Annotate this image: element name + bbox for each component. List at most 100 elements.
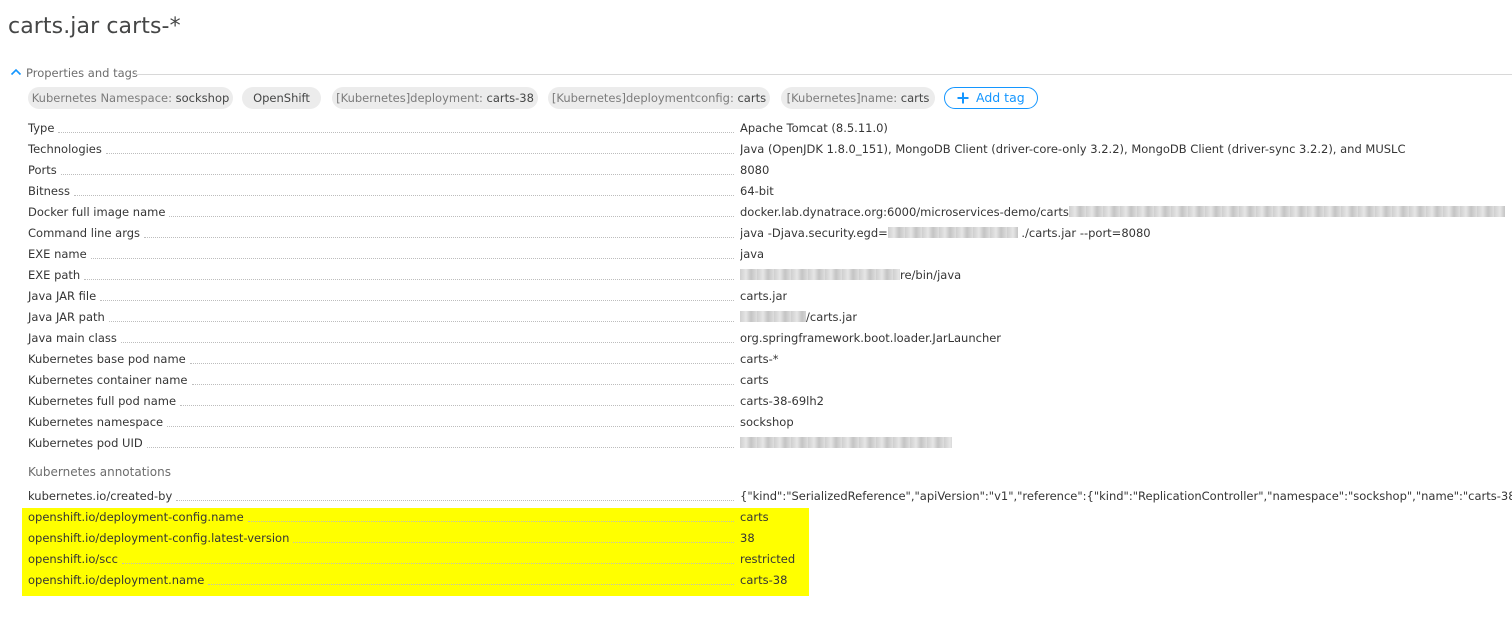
property-row-exe-path: EXE path re/bin/java xyxy=(28,267,1512,288)
value-text: re/bin/java xyxy=(900,268,962,282)
property-row-docker-image: Docker full image name docker.lab.dynatr… xyxy=(28,204,1512,225)
tag-value: carts-38 xyxy=(486,91,534,105)
tag-kubernetes-deploymentconfig[interactable]: [Kubernetes]deploymentconfig: carts xyxy=(548,87,770,109)
property-key: Java JAR path xyxy=(28,310,105,324)
property-value: carts xyxy=(740,373,769,387)
property-key: Ports xyxy=(28,163,57,177)
property-row-exe-name: EXE name java xyxy=(28,246,1512,267)
tag-openshift[interactable]: OpenShift xyxy=(242,87,321,109)
annotation-value: 38 xyxy=(740,531,755,545)
annotation-row-deployment-name: openshift.io/deployment.name carts-38 xyxy=(28,572,1512,593)
leader-dots xyxy=(122,563,734,564)
property-key: EXE path xyxy=(28,268,81,282)
property-key: Kubernetes namespace xyxy=(28,415,164,429)
property-row-k8s-full-pod-name: Kubernetes full pod name carts-38-69lh2 xyxy=(28,393,1512,414)
property-value: 64-bit xyxy=(740,184,774,198)
leader-dots xyxy=(293,542,734,543)
property-value: Apache Tomcat (8.5.11.0) xyxy=(740,121,888,135)
leader-dots xyxy=(58,132,734,133)
annotation-key: openshift.io/deployment-config.name xyxy=(28,510,244,524)
redacted-text xyxy=(740,437,952,448)
add-tag-label: Add tag xyxy=(976,90,1025,105)
property-value: carts-* xyxy=(740,352,779,366)
annotation-value: carts-38 xyxy=(740,573,788,587)
leader-dots xyxy=(190,363,734,364)
property-value xyxy=(740,435,952,451)
property-row-java-jar-path: Java JAR path /carts.jar xyxy=(28,309,1512,330)
leader-dots xyxy=(180,405,734,406)
leader-dots xyxy=(84,279,734,280)
property-key: Kubernetes container name xyxy=(28,373,188,387)
annotation-row-deployment-config-name: openshift.io/deployment-config.name cart… xyxy=(28,509,1512,530)
property-value: carts-38-69lh2 xyxy=(740,394,824,408)
annotation-value: restricted xyxy=(740,552,796,566)
annotation-key: openshift.io/deployment.name xyxy=(28,573,205,587)
property-key: EXE name xyxy=(28,247,87,261)
property-row-command-line-args: Command line args java -Djava.security.e… xyxy=(28,225,1512,246)
tag-value: carts xyxy=(737,91,767,105)
property-row-java-main-class: Java main class org.springframework.boot… xyxy=(28,330,1512,351)
section-divider xyxy=(134,74,1512,75)
leader-dots xyxy=(121,342,734,343)
property-row-technologies: Technologies Java (OpenJDK 1.8.0_151), M… xyxy=(28,141,1512,162)
value-text: ./carts.jar --port=8080 xyxy=(1017,226,1151,240)
property-value: java -Djava.security.egd= ./carts.jar --… xyxy=(740,225,1151,241)
add-tag-button[interactable]: Add tag xyxy=(944,87,1038,109)
property-key: Kubernetes full pod name xyxy=(28,394,177,408)
leader-dots xyxy=(167,426,734,427)
property-value: Java (OpenJDK 1.8.0_151), MongoDB Client… xyxy=(740,142,1406,156)
value-text: java -Djava.security.egd= xyxy=(740,226,888,240)
property-value: docker.lab.dynatrace.org:6000/microservi… xyxy=(740,204,1505,220)
tag-key: [Kubernetes]deploymentconfig xyxy=(551,91,730,105)
chevron-up-icon xyxy=(10,68,22,76)
annotation-row-deployment-config-latest-version: openshift.io/deployment-config.latest-ve… xyxy=(28,530,1512,551)
annotation-key: openshift.io/scc xyxy=(28,552,118,566)
property-key: Command line args xyxy=(28,226,141,240)
leader-dots xyxy=(248,521,734,522)
property-value: java xyxy=(740,247,765,261)
property-row-k8s-base-pod-name: Kubernetes base pod name carts-* xyxy=(28,351,1512,372)
leader-dots xyxy=(61,174,734,175)
property-key: Type xyxy=(28,121,55,135)
redacted-text xyxy=(740,269,900,280)
leader-dots xyxy=(109,321,734,322)
property-value: re/bin/java xyxy=(740,267,961,283)
property-key: Java JAR file xyxy=(28,289,97,303)
tag-kubernetes-name[interactable]: [Kubernetes]name: carts xyxy=(781,87,935,109)
annotation-value: {"kind":"SerializedReference","apiVersio… xyxy=(740,489,1512,503)
leader-dots xyxy=(106,153,734,154)
plus-icon xyxy=(957,92,969,104)
tag-key: [Kubernetes]name xyxy=(786,91,894,105)
leader-dots xyxy=(169,216,734,217)
leader-dots xyxy=(176,500,734,501)
page-title: carts.jar carts-* xyxy=(8,14,181,39)
property-key: Kubernetes base pod name xyxy=(28,352,186,366)
tag-value: sockshop xyxy=(175,91,230,105)
property-key: Kubernetes pod UID xyxy=(28,436,143,450)
annotation-row-scc: openshift.io/scc restricted xyxy=(28,551,1512,572)
tag-key: [Kubernetes]deployment xyxy=(336,91,479,105)
annotation-row-created-by: kubernetes.io/created-by {"kind":"Serial… xyxy=(28,488,1512,509)
annotations-heading: Kubernetes annotations xyxy=(28,465,171,479)
property-row-ports: Ports 8080 xyxy=(28,162,1512,183)
property-row-java-jar-file: Java JAR file carts.jar xyxy=(28,288,1512,309)
property-row-k8s-container-name: Kubernetes container name carts xyxy=(28,372,1512,393)
redacted-text xyxy=(887,227,1018,238)
leader-dots xyxy=(100,300,734,301)
properties-section-toggle[interactable]: Properties and tags xyxy=(10,66,1512,80)
redacted-text xyxy=(1068,206,1505,217)
annotation-key: kubernetes.io/created-by xyxy=(28,489,173,503)
leader-dots xyxy=(147,447,734,448)
property-value: org.springframework.boot.loader.JarLaunc… xyxy=(740,331,1002,345)
property-value: carts.jar xyxy=(740,289,788,303)
redacted-text xyxy=(740,311,806,322)
value-text: docker.lab.dynatrace.org:6000/microservi… xyxy=(740,205,1069,219)
tag-kubernetes-namespace[interactable]: Kubernetes Namespace: sockshop xyxy=(28,87,233,109)
property-row-bitness: Bitness 64-bit xyxy=(28,183,1512,204)
tag-kubernetes-deployment[interactable]: [Kubernetes]deployment: carts-38 xyxy=(332,87,538,109)
property-row-k8s-namespace: Kubernetes namespace sockshop xyxy=(28,414,1512,435)
property-value: 8080 xyxy=(740,163,770,177)
tag-key: Kubernetes Namespace xyxy=(31,91,169,105)
property-row-k8s-pod-uid: Kubernetes pod UID xyxy=(28,435,1512,456)
value-text: /carts.jar xyxy=(806,310,858,324)
